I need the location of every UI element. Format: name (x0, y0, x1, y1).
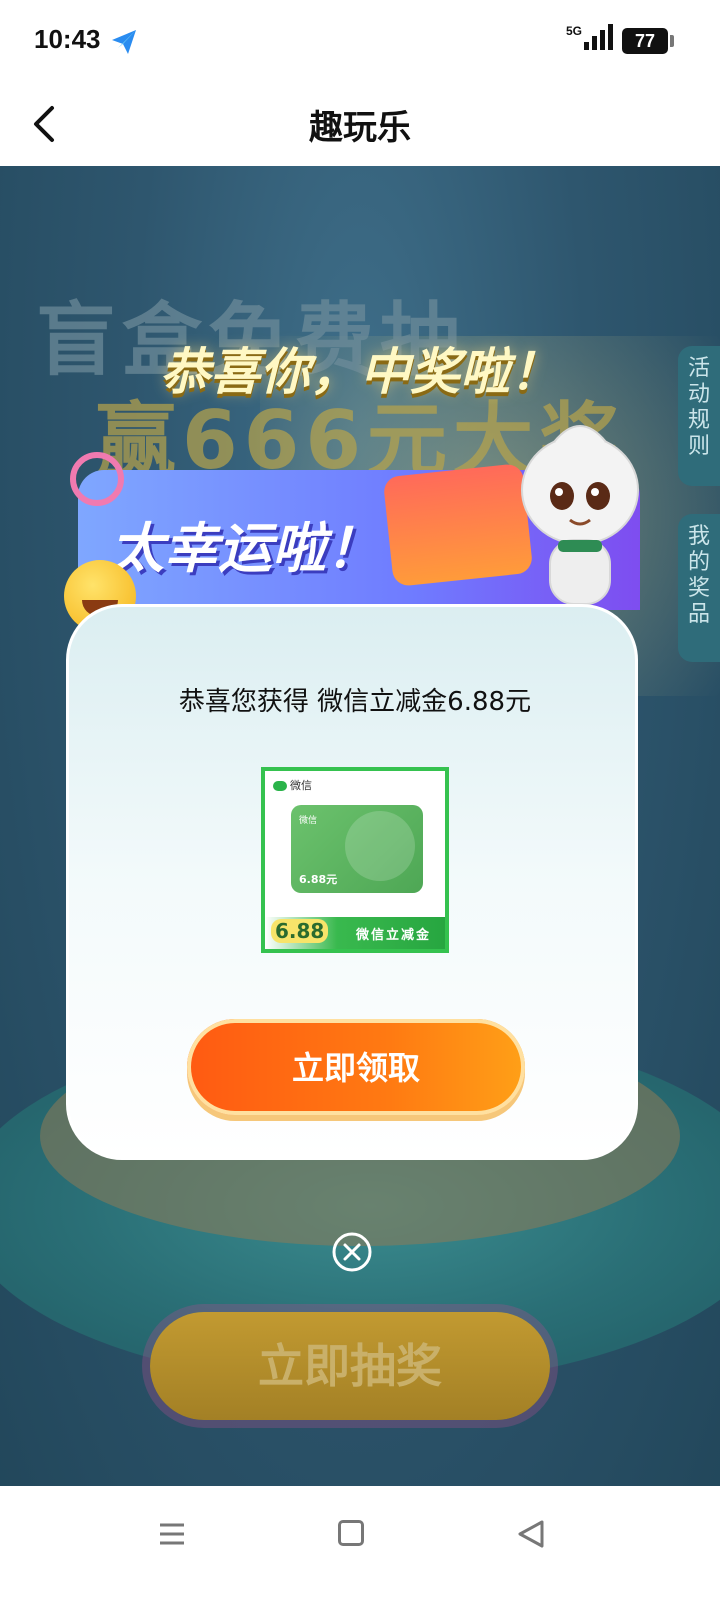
close-icon[interactable] (332, 1232, 372, 1272)
back-triangle-icon[interactable] (516, 1518, 546, 1550)
claim-now-button[interactable]: 立即领取 (187, 1019, 525, 1115)
prize-message: 恭喜您获得 微信立减金6.88元 (178, 687, 532, 717)
wechat-check-icon (345, 811, 415, 881)
card-inner-brand: 微信 (299, 816, 318, 826)
card-inner: 微信 6.88元 (291, 805, 423, 893)
app-header: 趣玩乐 (0, 82, 720, 166)
page-title: 趣玩乐 (309, 108, 411, 148)
wechat-icon (273, 781, 287, 791)
home-icon[interactable] (338, 1520, 364, 1546)
voucher-card: 微信 微信 6.88元 6.88 微信立减金 (261, 767, 449, 953)
side-tab-my-prizes[interactable]: 我的奖品 (678, 514, 720, 662)
card-brand-label: 微信 (290, 779, 312, 792)
congrats-heading: 恭喜你，中奖啦！ (160, 343, 560, 401)
status-bar: 10:43 5G 77 (0, 0, 720, 82)
draw-button[interactable]: 立即抽奖 (150, 1312, 550, 1420)
lucky-text: 太幸运啦！ (110, 517, 380, 580)
system-nav-bar (0, 1486, 720, 1604)
paper-plane-icon (112, 30, 136, 54)
signal-icon (584, 24, 613, 50)
battery-icon: 77 (622, 28, 674, 54)
mascot-character (521, 425, 639, 605)
prize-modal: 恭喜您获得 微信立减金6.88元 微信 微信 6.88元 6.88 微信立减金 … (66, 604, 638, 1160)
card-inner-amount: 6.88元 (299, 873, 338, 886)
card-brand: 微信 (273, 777, 312, 793)
card-label: 微信立减金 (355, 928, 431, 943)
gift-box-icon (382, 462, 534, 588)
card-amount: 6.88 (271, 919, 329, 943)
status-time: 10:43 (34, 24, 101, 54)
menu-icon[interactable] (158, 1520, 186, 1548)
ring-decoration (70, 452, 124, 506)
